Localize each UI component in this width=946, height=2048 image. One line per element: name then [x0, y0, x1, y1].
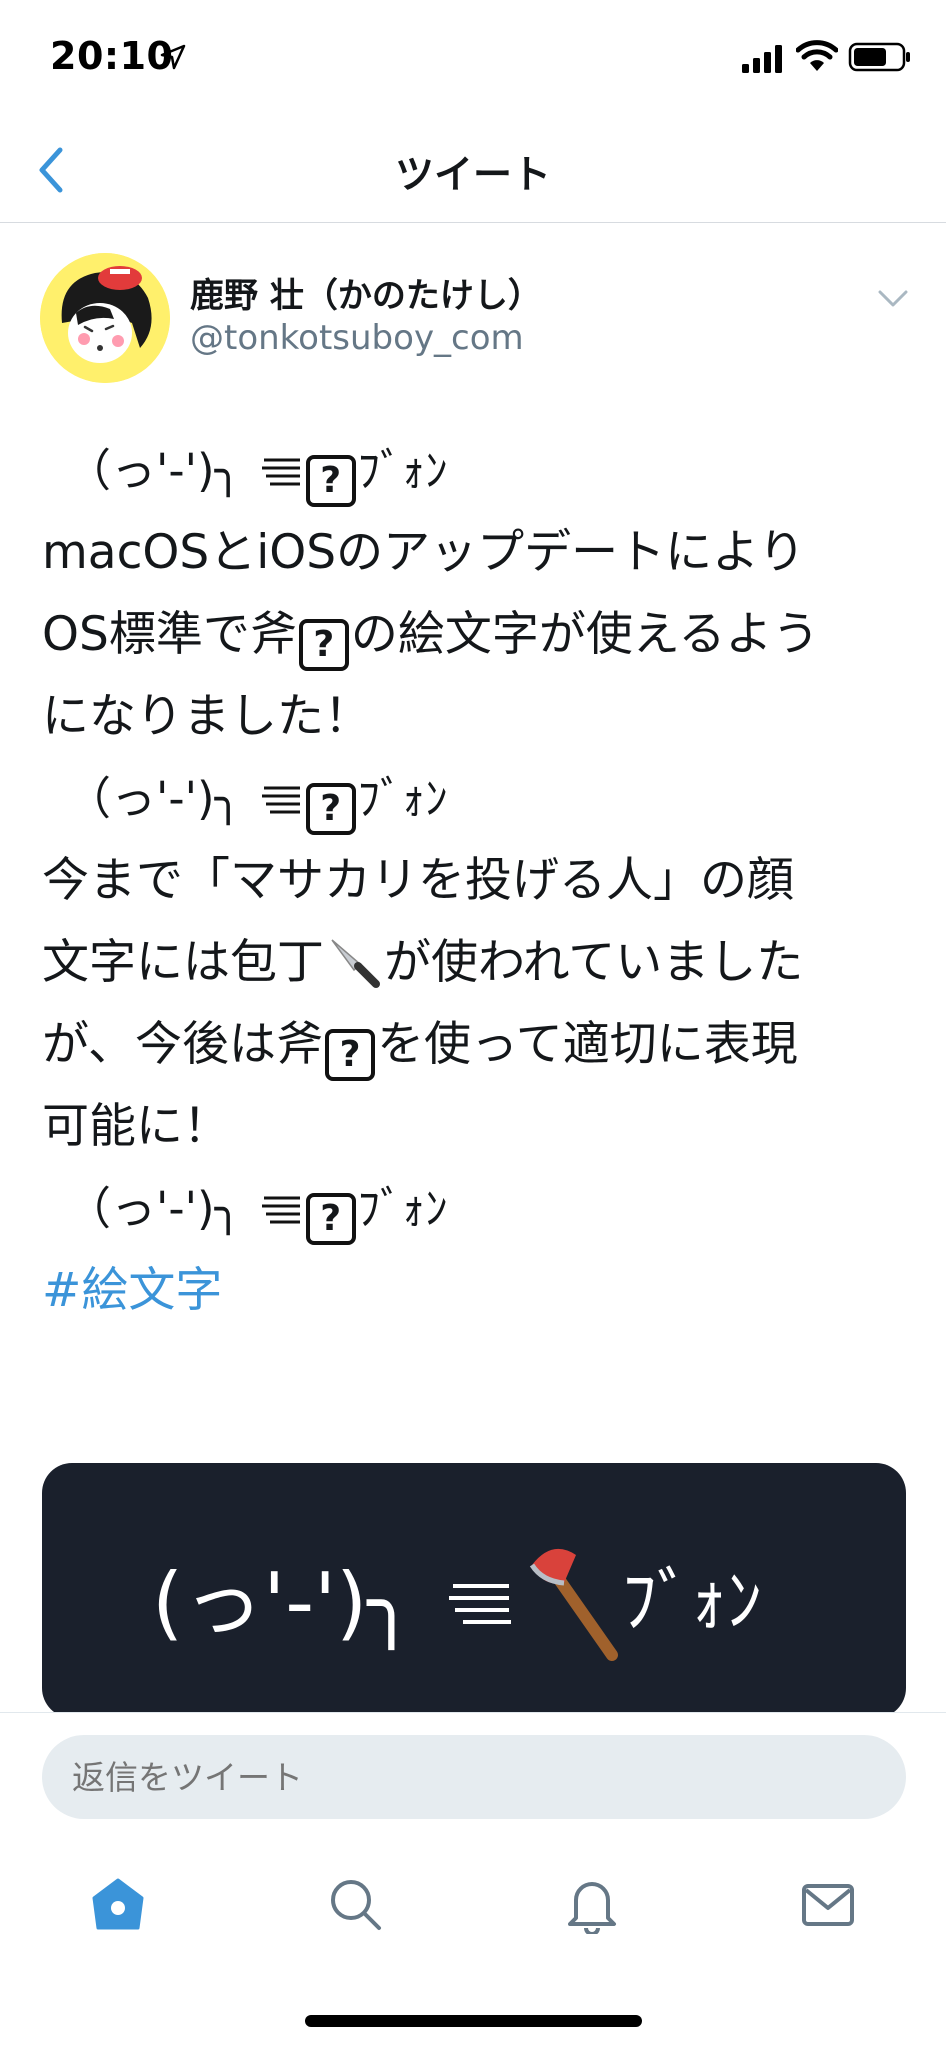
status-time: 20:10 [50, 34, 174, 78]
tweet-text: （っ'-')╮? ﾌﾞｫﾝ macOSとiOSのアップデートにより OS標準で斧?… [42, 430, 922, 1332]
media-image[interactable]: (っ'-')╮ ﾌﾞｫﾝ [42, 1463, 906, 1718]
kaomoji-face: （っ'-')╮ [66, 444, 242, 497]
media-sound: ﾌﾞｫﾝ [622, 1560, 762, 1642]
kaomoji-face: （っ'-')╮ [66, 1182, 242, 1235]
tweet-detail-screen: 20:10 ツイート 鹿野 壮（かのたけし） @tonkotsuboy_com … [0, 0, 946, 2048]
kaomoji-line: （っ'-')╮? ﾌﾞｫﾝ [42, 758, 922, 840]
chevron-down-icon[interactable] [876, 286, 910, 310]
axe-icon [529, 1548, 618, 1661]
kaomoji-sound: ﾌﾞｫﾝ [357, 444, 448, 497]
missing-glyph-icon: ? [305, 783, 356, 835]
media-kaomoji: (っ'-')╮ [152, 1556, 416, 1649]
signal-icon [742, 45, 782, 73]
kaomoji-sound: ﾌﾞｫﾝ [357, 1182, 448, 1235]
avatar[interactable] [40, 253, 170, 383]
speed-lines-icon [261, 786, 300, 814]
tweet-line: OS標準で斧? の絵文字が使えるよう [42, 594, 922, 676]
tweet-line: が、今後は斧? を使って適切に表現 [42, 1004, 922, 1086]
page-title: ツイート [394, 153, 551, 198]
speed-lines-icon [261, 458, 300, 486]
reply-bar [0, 1712, 946, 1819]
hashtag-link[interactable]: #絵文字 [42, 1250, 922, 1332]
text-segment: OS標準で斧 [42, 607, 297, 662]
tweet-line: macOSとiOSのアップデートにより [42, 525, 806, 580]
text-segment: を使って適切に表現 [377, 1017, 798, 1072]
missing-glyph-icon: ? [305, 455, 356, 507]
reply-input[interactable] [42, 1735, 906, 1819]
kaomoji-line: （っ'-')╮? ﾌﾞｫﾝ [42, 430, 922, 512]
home-icon[interactable] [88, 1874, 148, 1934]
missing-glyph-icon: ? [305, 1193, 356, 1245]
tweet-line: になりました！ [42, 689, 371, 744]
author-handle[interactable]: @tonkotsuboy_com [190, 318, 524, 358]
nav-bar: ツイート [0, 120, 946, 223]
text-segment: が使われていました [384, 935, 804, 990]
kaomoji-sound: ﾌﾞｫﾝ [357, 772, 448, 825]
search-icon[interactable] [325, 1874, 385, 1934]
wifi-icon [796, 40, 838, 71]
speed-lines-icon [261, 1196, 300, 1224]
location-arrow-icon [160, 44, 186, 70]
tweet-line: 文字には包丁 が使われていました [42, 922, 922, 1004]
home-indicator[interactable] [305, 2015, 642, 2027]
mail-icon[interactable] [798, 1874, 858, 1934]
text-segment: 文字には包丁 [42, 935, 324, 990]
missing-glyph-icon: ? [325, 1029, 376, 1081]
kaomoji-face: （っ'-')╮ [66, 772, 242, 825]
battery-icon [848, 42, 910, 72]
author-name[interactable]: 鹿野 壮（かのたけし） [190, 268, 542, 317]
tweet-line: 今まで「マサカリを投げる人」の顔 [42, 853, 794, 908]
text-segment: が、今後は斧 [42, 1017, 324, 1072]
text-segment: の絵文字が使えるよう [350, 607, 820, 662]
bell-icon[interactable] [562, 1874, 622, 1934]
tweet-line: 可能に！ [42, 1099, 230, 1154]
knife-icon [331, 939, 380, 988]
avatar-illustration [40, 253, 170, 383]
status-bar: 20:10 [0, 0, 946, 120]
kaomoji-line: （っ'-')╮? ﾌﾞｫﾝ [42, 1168, 922, 1250]
tab-bar [0, 1840, 946, 1960]
missing-glyph-icon: ? [298, 619, 349, 671]
